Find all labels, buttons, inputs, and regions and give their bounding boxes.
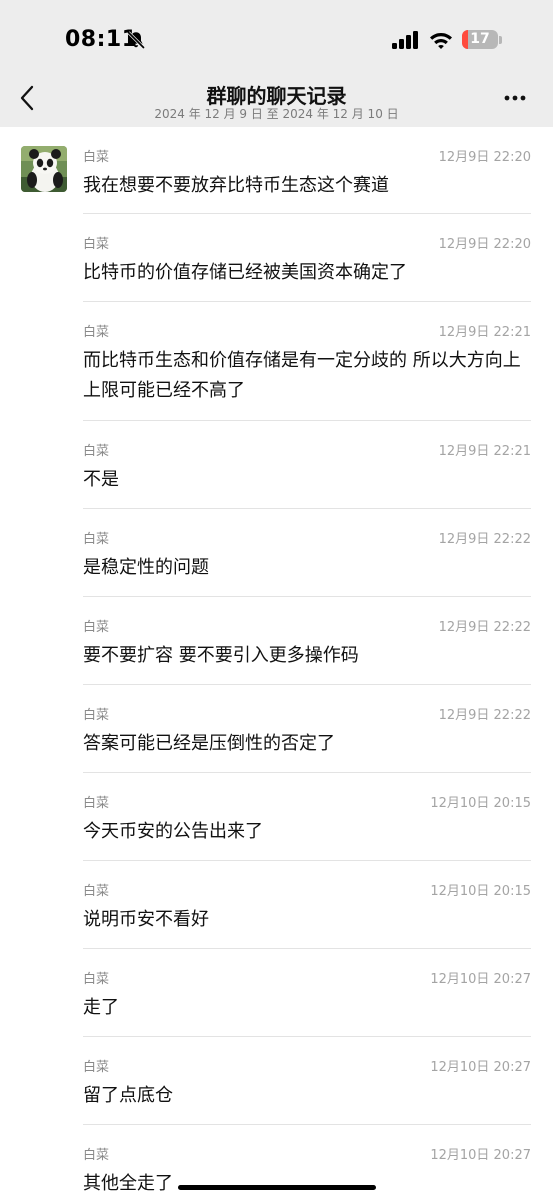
message-header: 白菜 12月9日 22:22 xyxy=(83,704,531,723)
chat-message[interactable]: 白菜 12月9日 22:20 我在想要不要放弃比特币生态这个赛道 xyxy=(0,127,553,214)
message-time: 12月9日 22:21 xyxy=(438,444,531,459)
message-time: 12月10日 20:27 xyxy=(430,972,531,987)
sender-name: 白菜 xyxy=(83,796,110,811)
message-text: 走了 xyxy=(83,997,119,1018)
chat-message[interactable]: 白菜 12月9日 22:21 不是 xyxy=(0,421,553,509)
message-text: 我在想要不要放弃比特币生态这个赛道 xyxy=(83,175,389,196)
message-text: 比特币的价值存储已经被美国资本确定了 xyxy=(83,262,407,283)
message-time: 12月9日 22:21 xyxy=(438,325,531,340)
sender-name: 白菜 xyxy=(83,1148,110,1163)
message-text: 说明币安不看好 xyxy=(83,909,209,930)
chat-message[interactable]: 白菜 12月9日 22:22 要不要扩容 要不要引入更多操作码 xyxy=(0,597,553,685)
message-text: 不是 xyxy=(83,469,119,490)
message-text: 答案可能已经是压倒性的否定了 xyxy=(83,733,335,754)
message-time: 12月10日 20:15 xyxy=(430,884,531,899)
message-text: 要不要扩容 要不要引入更多操作码 xyxy=(83,645,359,666)
message-time: 12月10日 20:27 xyxy=(430,1060,531,1075)
message-header: 白菜 12月10日 20:27 xyxy=(83,1144,531,1163)
message-header: 白菜 12月9日 22:20 xyxy=(83,233,531,252)
message-text: 其他全走了 xyxy=(83,1173,173,1194)
date-range-subtitle: 2024 年 12 月 9 日 至 2024 年 12 月 10 日 xyxy=(154,107,399,121)
sender-name: 白菜 xyxy=(83,325,110,340)
chat-message[interactable]: 白菜 12月9日 22:20 比特币的价值存储已经被美国资本确定了 xyxy=(0,214,553,302)
message-time: 12月10日 20:15 xyxy=(430,796,531,811)
navigation-bar: 群聊的聊天记录 2024 年 12 月 9 日 至 2024 年 12 月 10… xyxy=(0,76,553,126)
chat-message[interactable]: 白菜 12月10日 20:27 留了点底仓 xyxy=(0,1037,553,1125)
more-options-icon[interactable] xyxy=(500,88,530,108)
sender-name: 白菜 xyxy=(83,884,110,899)
sender-name: 白菜 xyxy=(83,1060,110,1075)
message-text: 是稳定性的问题 xyxy=(83,557,209,578)
message-header: 白菜 12月9日 22:21 xyxy=(83,321,531,340)
message-header: 白菜 12月9日 22:22 xyxy=(83,616,531,635)
message-text: 留了点底仓 xyxy=(83,1085,173,1106)
wifi-icon xyxy=(430,33,452,49)
sender-name: 白菜 xyxy=(83,444,110,459)
chat-message[interactable]: 白菜 12月9日 22:22 答案可能已经是压倒性的否定了 xyxy=(0,685,553,773)
status-bar: 08:11 17 xyxy=(0,0,553,80)
chat-message[interactable]: 白菜 12月9日 22:21 而比特币生态和价值存储是有一定分歧的 所以大方向上… xyxy=(0,302,553,421)
message-header: 白菜 12月10日 20:15 xyxy=(83,880,531,899)
sender-name: 白菜 xyxy=(83,708,110,723)
chat-message[interactable]: 白菜 12月9日 22:22 是稳定性的问题 xyxy=(0,509,553,597)
message-header: 白菜 12月9日 22:22 xyxy=(83,528,531,547)
message-time: 12月9日 22:20 xyxy=(438,150,531,165)
message-time: 12月9日 22:22 xyxy=(438,620,531,635)
message-text: 而比特币生态和价值存储是有一定分歧的 所以大方向上上限可能已经不高了 xyxy=(83,350,521,401)
top-area: 08:11 17 群聊的聊天记录 2024 年 12 月 9 日 至 2024 … xyxy=(0,0,553,127)
message-header: 白菜 12月10日 20:27 xyxy=(83,1056,531,1075)
sender-name: 白菜 xyxy=(83,972,110,987)
sender-name: 白菜 xyxy=(83,237,110,252)
message-header: 白菜 12月9日 22:21 xyxy=(83,440,531,459)
chat-history-list[interactable]: 白菜 12月9日 22:20 我在想要不要放弃比特币生态这个赛道 白菜 12月9… xyxy=(0,127,553,1200)
bell-muted-icon xyxy=(127,31,145,49)
battery-level: 17 xyxy=(470,31,490,47)
message-time: 12月9日 22:22 xyxy=(438,532,531,547)
chat-message[interactable]: 白菜 12月10日 20:15 今天币安的公告出来了 xyxy=(0,773,553,861)
home-indicator[interactable] xyxy=(178,1185,376,1190)
chat-message[interactable]: 白菜 12月10日 20:27 走了 xyxy=(0,949,553,1037)
sender-name: 白菜 xyxy=(83,150,110,165)
sender-name: 白菜 xyxy=(83,532,110,547)
battery-indicator: 17 xyxy=(462,30,498,49)
message-time: 12月9日 22:22 xyxy=(438,708,531,723)
message-header: 白菜 12月9日 22:20 xyxy=(83,146,531,165)
chat-message[interactable]: 白菜 12月10日 20:15 说明币安不看好 xyxy=(0,861,553,949)
battery-cap xyxy=(499,36,502,44)
signal-icon xyxy=(392,31,418,49)
message-header: 白菜 12月10日 20:15 xyxy=(83,792,531,811)
message-time: 12月9日 22:20 xyxy=(438,237,531,252)
message-header: 白菜 12月10日 20:27 xyxy=(83,968,531,987)
message-time: 12月10日 20:27 xyxy=(430,1148,531,1163)
sender-name: 白菜 xyxy=(83,620,110,635)
message-text: 今天币安的公告出来了 xyxy=(83,821,263,842)
